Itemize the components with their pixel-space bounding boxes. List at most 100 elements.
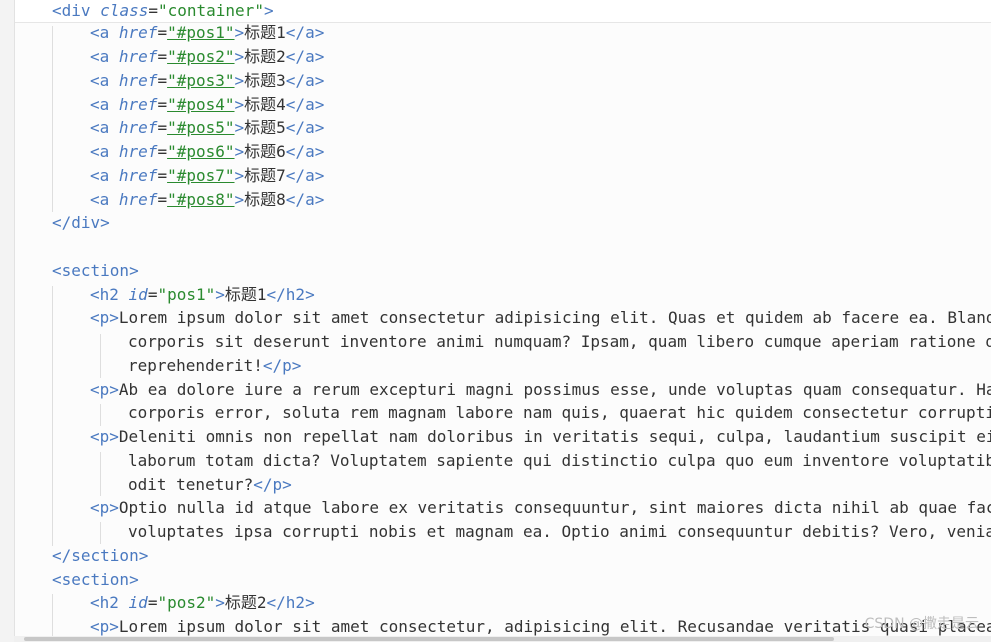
string-token: "container" — [157, 1, 264, 20]
code-line-h2: <h2 id="pos2">标题2</h2> — [90, 593, 315, 612]
attr-token: href — [118, 118, 158, 137]
tag-token: <p> — [90, 617, 119, 636]
tag-token: <a — [90, 71, 110, 90]
paragraph-text: Optio nulla id atque labore ex veritatis… — [118, 498, 991, 517]
code-line-p-wrap: odit tenetur?</p> — [128, 473, 292, 497]
code-area[interactable]: <div class="container"> <a href="#pos1">… — [14, 0, 991, 642]
paragraph-text: voluptates ipsa corrupti nobis et magnam… — [128, 522, 991, 541]
paragraph-text: Lorem ipsum dolor sit amet consectetur, … — [118, 617, 991, 636]
code-line-link: <a href="#pos7">标题7</a> — [90, 166, 325, 185]
tag-token: </a> — [285, 47, 325, 66]
code-line-link: <a href="#pos4">标题4</a> — [90, 95, 325, 114]
tag-token: <section> — [52, 570, 139, 589]
tag-token: </a> — [285, 190, 325, 209]
href-link[interactable]: "#pos1" — [167, 23, 234, 42]
attr-token: href — [118, 95, 158, 114]
code-line-section-open: <section> — [52, 259, 139, 283]
tag-token: > — [263, 1, 274, 20]
code-line-link: <a href="#pos2">标题2</a> — [90, 47, 325, 66]
tag-token: <a — [90, 47, 110, 66]
code-line-p: <p>Lorem ipsum dolor sit amet consectetu… — [90, 306, 991, 330]
tag-token: <a — [90, 142, 110, 161]
link-text: 标题4 — [244, 95, 286, 114]
code-line-p: <p>Deleniti omnis non repellat nam dolor… — [90, 425, 991, 449]
paragraph-text: Lorem ipsum dolor sit amet consectetur a… — [118, 308, 991, 327]
href-link[interactable]: "#pos8" — [167, 190, 234, 209]
attr-token: href — [118, 47, 158, 66]
heading-text: 标题2 — [224, 593, 267, 612]
indent-guide — [100, 452, 101, 496]
link-text: 标题3 — [244, 71, 286, 90]
href-link[interactable]: "#pos7" — [167, 166, 234, 185]
link-text: 标题6 — [244, 142, 286, 161]
attr-token: href — [118, 23, 158, 42]
tag-token: </h2> — [266, 593, 315, 612]
tag-token: </p> — [253, 475, 292, 494]
tag-token: <a — [90, 118, 110, 137]
code-line-p-wrap: corporis sit deserunt inventore animi nu… — [128, 330, 991, 354]
indent-guide — [52, 594, 53, 642]
attr-token: class — [100, 1, 149, 20]
tag-token: <section> — [52, 261, 139, 280]
indent-guide — [52, 286, 53, 546]
code-line-p-wrap: voluptates ipsa corrupti nobis et magnam… — [128, 520, 991, 544]
href-link[interactable]: "#pos6" — [167, 142, 234, 161]
tag-token: <h2 — [90, 593, 119, 612]
string-token: "pos1" — [157, 285, 216, 304]
tag-token: <a — [90, 95, 110, 114]
indent-guide — [100, 404, 101, 426]
code-line-link: <a href="#pos8">标题8</a> — [90, 190, 325, 209]
paragraph-text: laborum totam dicta? Voluptatem sapiente… — [128, 451, 991, 470]
indent-guide — [52, 26, 53, 212]
tag-token: </div> — [52, 213, 110, 232]
tag-token: <p> — [90, 427, 119, 446]
watermark: CSDN @撒走是云 — [864, 616, 979, 632]
indent-guide — [100, 334, 101, 378]
code-line-p-wrap: laborum totam dicta? Voluptatem sapiente… — [128, 449, 991, 473]
tag-token: <a — [90, 166, 110, 185]
attr-token: href — [118, 71, 158, 90]
editor-gutter — [0, 0, 15, 642]
tag-token: </section> — [52, 546, 149, 565]
attr-token: id — [128, 593, 148, 612]
link-text: 标题1 — [244, 23, 286, 42]
code-line-section-close: </section> — [52, 544, 148, 568]
href-link[interactable]: "#pos2" — [167, 47, 234, 66]
link-text: 标题5 — [244, 118, 286, 137]
tag-token: <a — [90, 190, 110, 209]
code-line-div-close: </div> — [52, 211, 110, 235]
attr-token: href — [118, 190, 158, 209]
code-line-p: <p>Optio nulla id atque labore ex verita… — [90, 496, 991, 520]
code-line-link: <a href="#pos3">标题3</a> — [90, 71, 325, 90]
link-text: 标题8 — [244, 190, 286, 209]
paragraph-text: corporis sit deserunt inventore animi nu… — [128, 332, 991, 351]
heading-text: 标题1 — [224, 285, 267, 304]
horizontal-scrollbar[interactable] — [14, 636, 991, 642]
link-text: 标题2 — [244, 47, 286, 66]
code-line-div-open: <div class="container"> — [52, 1, 274, 20]
tag-token: </a> — [285, 71, 325, 90]
href-link[interactable]: "#pos5" — [167, 118, 234, 137]
scrollbar-thumb[interactable] — [24, 637, 834, 641]
code-line-link: <a href="#pos1">标题1</a> — [90, 23, 325, 42]
code-line-p-wrap: reprehenderit!</p> — [128, 354, 301, 378]
link-text: 标题7 — [244, 166, 286, 185]
tag-token: <a — [90, 23, 110, 42]
code-line-link: <a href="#pos5">标题5</a> — [90, 118, 325, 137]
indent-guide — [100, 522, 101, 544]
href-link[interactable]: "#pos3" — [167, 71, 234, 90]
code-line-p-wrap: corporis error, soluta rem magnam labore… — [128, 401, 991, 425]
tag-token: </a> — [285, 23, 325, 42]
tag-token: </a> — [285, 95, 325, 114]
tag-token: </h2> — [266, 285, 315, 304]
code-line-h2: <h2 id="pos1">标题1</h2> — [90, 285, 315, 304]
paragraph-text: Ab ea dolore iure a rerum excepturi magn… — [118, 380, 991, 399]
href-link[interactable]: "#pos4" — [167, 95, 234, 114]
tag-token: <h2 — [90, 285, 119, 304]
code-editor[interactable]: <div class="container"> <a href="#pos1">… — [0, 0, 991, 642]
tag-token: <p> — [90, 498, 119, 517]
paragraph-text: Deleniti omnis non repellat nam doloribu… — [118, 427, 991, 446]
attr-token: id — [128, 285, 148, 304]
code-line-section-open: <section> — [52, 568, 139, 592]
attr-token: href — [118, 142, 158, 161]
